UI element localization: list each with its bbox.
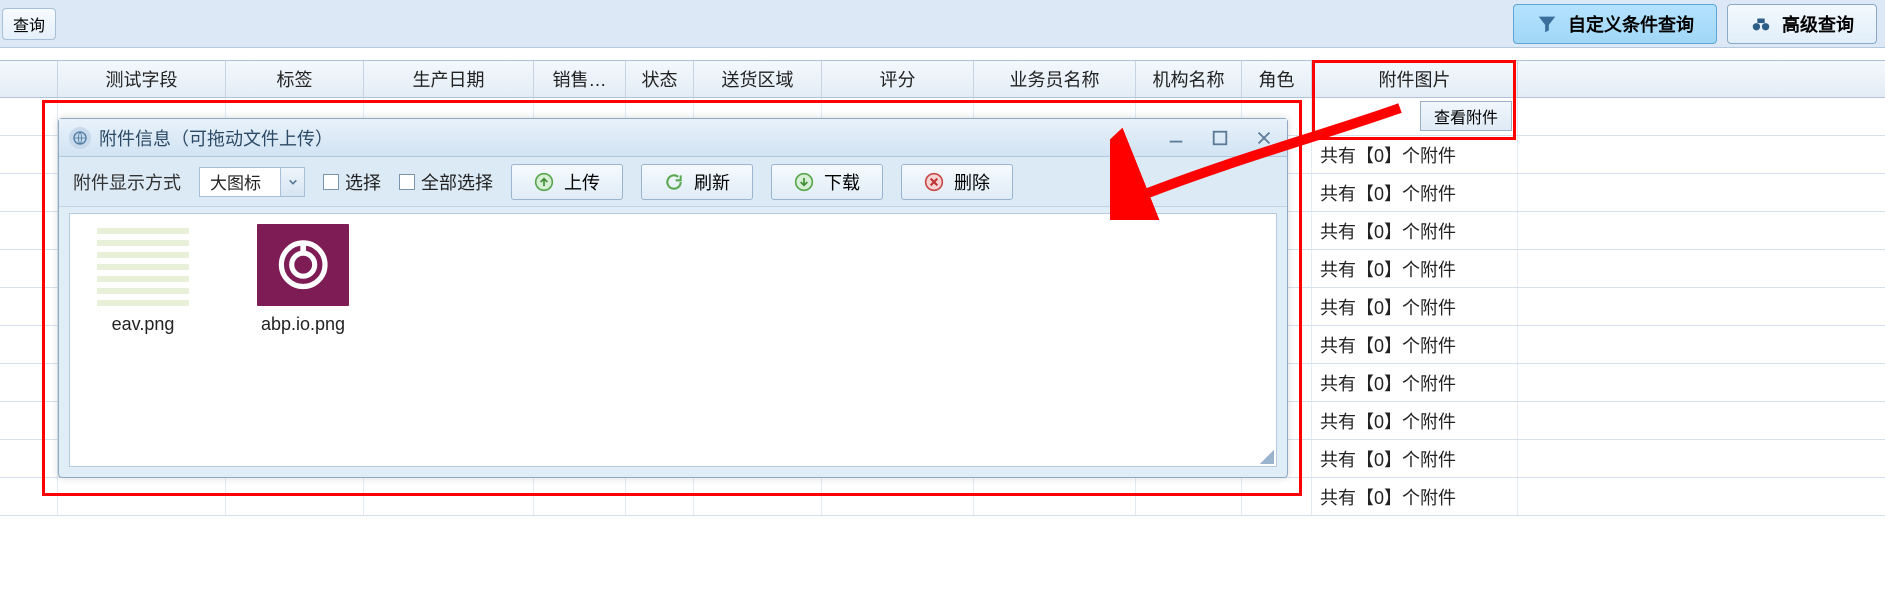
col-prod-date[interactable]: 生产日期 bbox=[364, 61, 534, 97]
checkbox-icon bbox=[399, 174, 415, 190]
select-all-checkbox-label: 全部选择 bbox=[421, 169, 493, 195]
checkbox-icon bbox=[323, 174, 339, 190]
attach-cell: 共有【0】个附件 bbox=[1312, 250, 1518, 287]
binoculars-icon bbox=[1750, 13, 1772, 35]
filter-icon bbox=[1536, 13, 1558, 35]
col-test-field[interactable]: 测试字段 bbox=[58, 61, 226, 97]
col-org[interactable]: 机构名称 bbox=[1136, 61, 1242, 97]
refresh-icon bbox=[664, 172, 684, 192]
attach-cell: 共有【0】个附件 bbox=[1312, 136, 1518, 173]
dialog-titlebar[interactable]: 附件信息（可拖动文件上传） bbox=[59, 119, 1287, 157]
col-delivery-area[interactable]: 送货区域 bbox=[694, 61, 822, 97]
upload-button[interactable]: 上传 bbox=[511, 164, 623, 200]
file-thumbnail bbox=[257, 224, 349, 306]
file-name: abp.io.png bbox=[240, 314, 366, 335]
globe-icon bbox=[69, 127, 91, 149]
file-item[interactable]: abp.io.png bbox=[240, 224, 366, 456]
custom-query-button[interactable]: 自定义条件查询 bbox=[1513, 4, 1717, 44]
attach-cell: 共有【0】个附件 bbox=[1312, 364, 1518, 401]
upload-icon bbox=[534, 172, 554, 192]
attach-cell: 共有【0】个附件 bbox=[1312, 402, 1518, 439]
attach-cell: 共有【0】个附件 bbox=[1312, 212, 1518, 249]
display-mode-label: 附件显示方式 bbox=[73, 169, 181, 195]
attach-cell: 共有【0】个附件 bbox=[1312, 478, 1518, 515]
maximize-icon[interactable] bbox=[1207, 127, 1233, 149]
dialog-body: eav.png abp.io.png bbox=[69, 213, 1277, 467]
upload-label: 上传 bbox=[564, 169, 600, 195]
refresh-label: 刷新 bbox=[694, 169, 730, 195]
col-tag[interactable]: 标签 bbox=[226, 61, 364, 97]
col-role[interactable]: 角色 bbox=[1242, 61, 1312, 97]
attach-cell: 共有【0】个附件 bbox=[1312, 174, 1518, 211]
download-label: 下载 bbox=[824, 169, 860, 195]
refresh-button[interactable]: 刷新 bbox=[641, 164, 753, 200]
col-rating[interactable]: 评分 bbox=[822, 61, 974, 97]
select-checkbox-label: 选择 bbox=[345, 169, 381, 195]
display-mode-combo[interactable]: 大图标 bbox=[199, 167, 305, 197]
dialog-title-text: 附件信息（可拖动文件上传） bbox=[99, 125, 333, 151]
query-button[interactable]: 查询 bbox=[2, 8, 56, 40]
select-checkbox[interactable]: 选择 bbox=[323, 169, 381, 195]
chevron-down-icon[interactable] bbox=[280, 168, 304, 196]
dialog-toolbar: 附件显示方式 大图标 选择 全部选择 上传 刷新 bbox=[59, 157, 1287, 207]
col-sales[interactable]: 销售… bbox=[534, 61, 626, 97]
resize-handle[interactable] bbox=[1260, 450, 1274, 464]
custom-query-label: 自定义条件查询 bbox=[1568, 11, 1694, 37]
download-button[interactable]: 下载 bbox=[771, 164, 883, 200]
file-name: eav.png bbox=[80, 314, 206, 335]
attach-cell: 共有【0】个附件 bbox=[1312, 440, 1518, 477]
grid-header: 测试字段 标签 生产日期 销售… 状态 送货区域 评分 业务员名称 机构名称 角… bbox=[0, 60, 1885, 98]
attach-cell: 共有【0】个附件 bbox=[1312, 288, 1518, 325]
col-salesman[interactable]: 业务员名称 bbox=[974, 61, 1136, 97]
delete-icon bbox=[924, 172, 944, 192]
download-icon bbox=[794, 172, 814, 192]
file-thumbnail bbox=[97, 224, 189, 306]
delete-label: 删除 bbox=[954, 169, 990, 195]
advanced-query-button[interactable]: 高级查询 bbox=[1727, 4, 1877, 44]
minimize-icon[interactable] bbox=[1163, 127, 1189, 149]
top-toolbar: 查询 自定义条件查询 高级查询 bbox=[0, 0, 1885, 48]
advanced-query-label: 高级查询 bbox=[1782, 11, 1854, 37]
table-row[interactable]: 共有【0】个附件 bbox=[0, 478, 1885, 516]
attachment-dialog: 附件信息（可拖动文件上传） 附件显示方式 大图标 选择 全部选择 上传 bbox=[58, 118, 1288, 478]
close-icon[interactable] bbox=[1251, 127, 1277, 149]
file-item[interactable]: eav.png bbox=[80, 224, 206, 456]
attach-cell: 共有【0】个附件 bbox=[1312, 326, 1518, 363]
col-blank[interactable] bbox=[0, 61, 58, 97]
col-status[interactable]: 状态 bbox=[626, 61, 694, 97]
select-all-checkbox[interactable]: 全部选择 bbox=[399, 169, 493, 195]
delete-button[interactable]: 删除 bbox=[901, 164, 1013, 200]
window-controls bbox=[1163, 127, 1277, 149]
display-mode-value: 大图标 bbox=[200, 167, 280, 196]
col-attach-image[interactable]: 附件图片 bbox=[1312, 61, 1518, 97]
view-attachment-button[interactable]: 查看附件 bbox=[1420, 101, 1512, 131]
